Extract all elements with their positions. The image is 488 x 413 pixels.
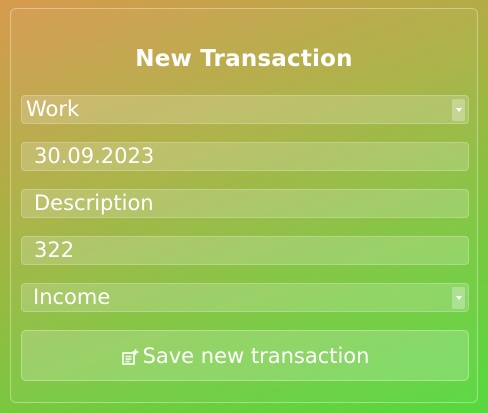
amount-field[interactable]: 322 — [21, 236, 469, 265]
chevron-down-icon[interactable] — [452, 287, 465, 309]
date-value: 30.09.2023 — [34, 144, 155, 168]
form-title: New Transaction — [135, 46, 353, 72]
save-new-transaction-button[interactable]: Save new transaction — [21, 330, 469, 381]
description-field[interactable]: Description — [21, 189, 469, 218]
note-add-icon — [121, 347, 139, 365]
category-select-value: Work — [26, 97, 80, 121]
type-select-value: Income — [33, 285, 111, 309]
save-button-label: Save new transaction — [142, 343, 370, 368]
category-select[interactable]: Work — [21, 95, 469, 124]
new-transaction-card: New Transaction Work 30.09.2023 Descript… — [10, 8, 478, 403]
description-value: Description — [34, 191, 154, 215]
chevron-down-icon[interactable] — [452, 99, 465, 121]
type-select[interactable]: Income — [21, 283, 469, 312]
date-field[interactable]: 30.09.2023 — [21, 142, 469, 171]
amount-value: 322 — [34, 238, 75, 262]
